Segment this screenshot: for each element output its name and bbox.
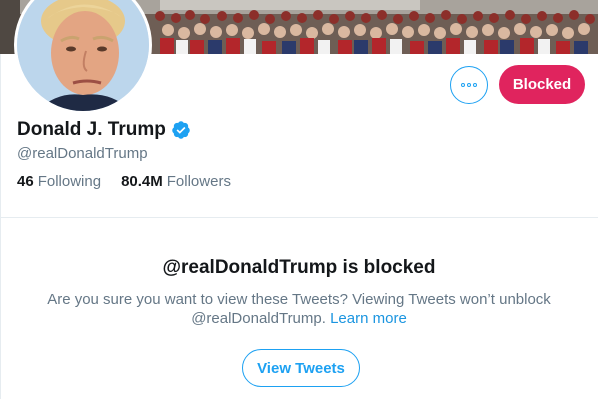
followers-stat[interactable]: 80.4M Followers [121,173,231,190]
blocked-notice-text: Are you sure you want to view these Twee… [47,291,551,327]
learn-more-link[interactable]: Learn more [330,310,407,327]
verified-badge-icon [172,121,190,139]
profile-page: Blocked Donald J. Trump @realDonaldTrump… [0,0,598,399]
display-name-row: Donald J. Trump [17,119,191,141]
display-name: Donald J. Trump [17,119,166,140]
view-tweets-button[interactable]: View Tweets [242,349,360,387]
following-stat[interactable]: 46 Following [17,173,101,190]
profile-photo-icon [17,0,149,111]
blocked-button[interactable]: Blocked [499,65,585,104]
profile-handle: @realDonaldTrump [17,145,148,162]
left-border [0,0,1,399]
profile-stats: 46 Following 80.4M Followers [17,173,231,190]
blocked-notice-message: Are you sure you want to view these Twee… [30,290,568,328]
followers-count: 80.4M [121,173,163,190]
following-count: 46 [17,173,34,190]
following-label: Following [37,173,102,190]
section-divider [0,217,598,218]
followers-label: Followers [166,173,231,190]
avatar[interactable] [14,0,152,114]
more-options-button[interactable] [450,66,488,104]
blocked-notice-title: @realDonaldTrump is blocked [162,257,436,278]
more-options-icon [461,83,477,87]
